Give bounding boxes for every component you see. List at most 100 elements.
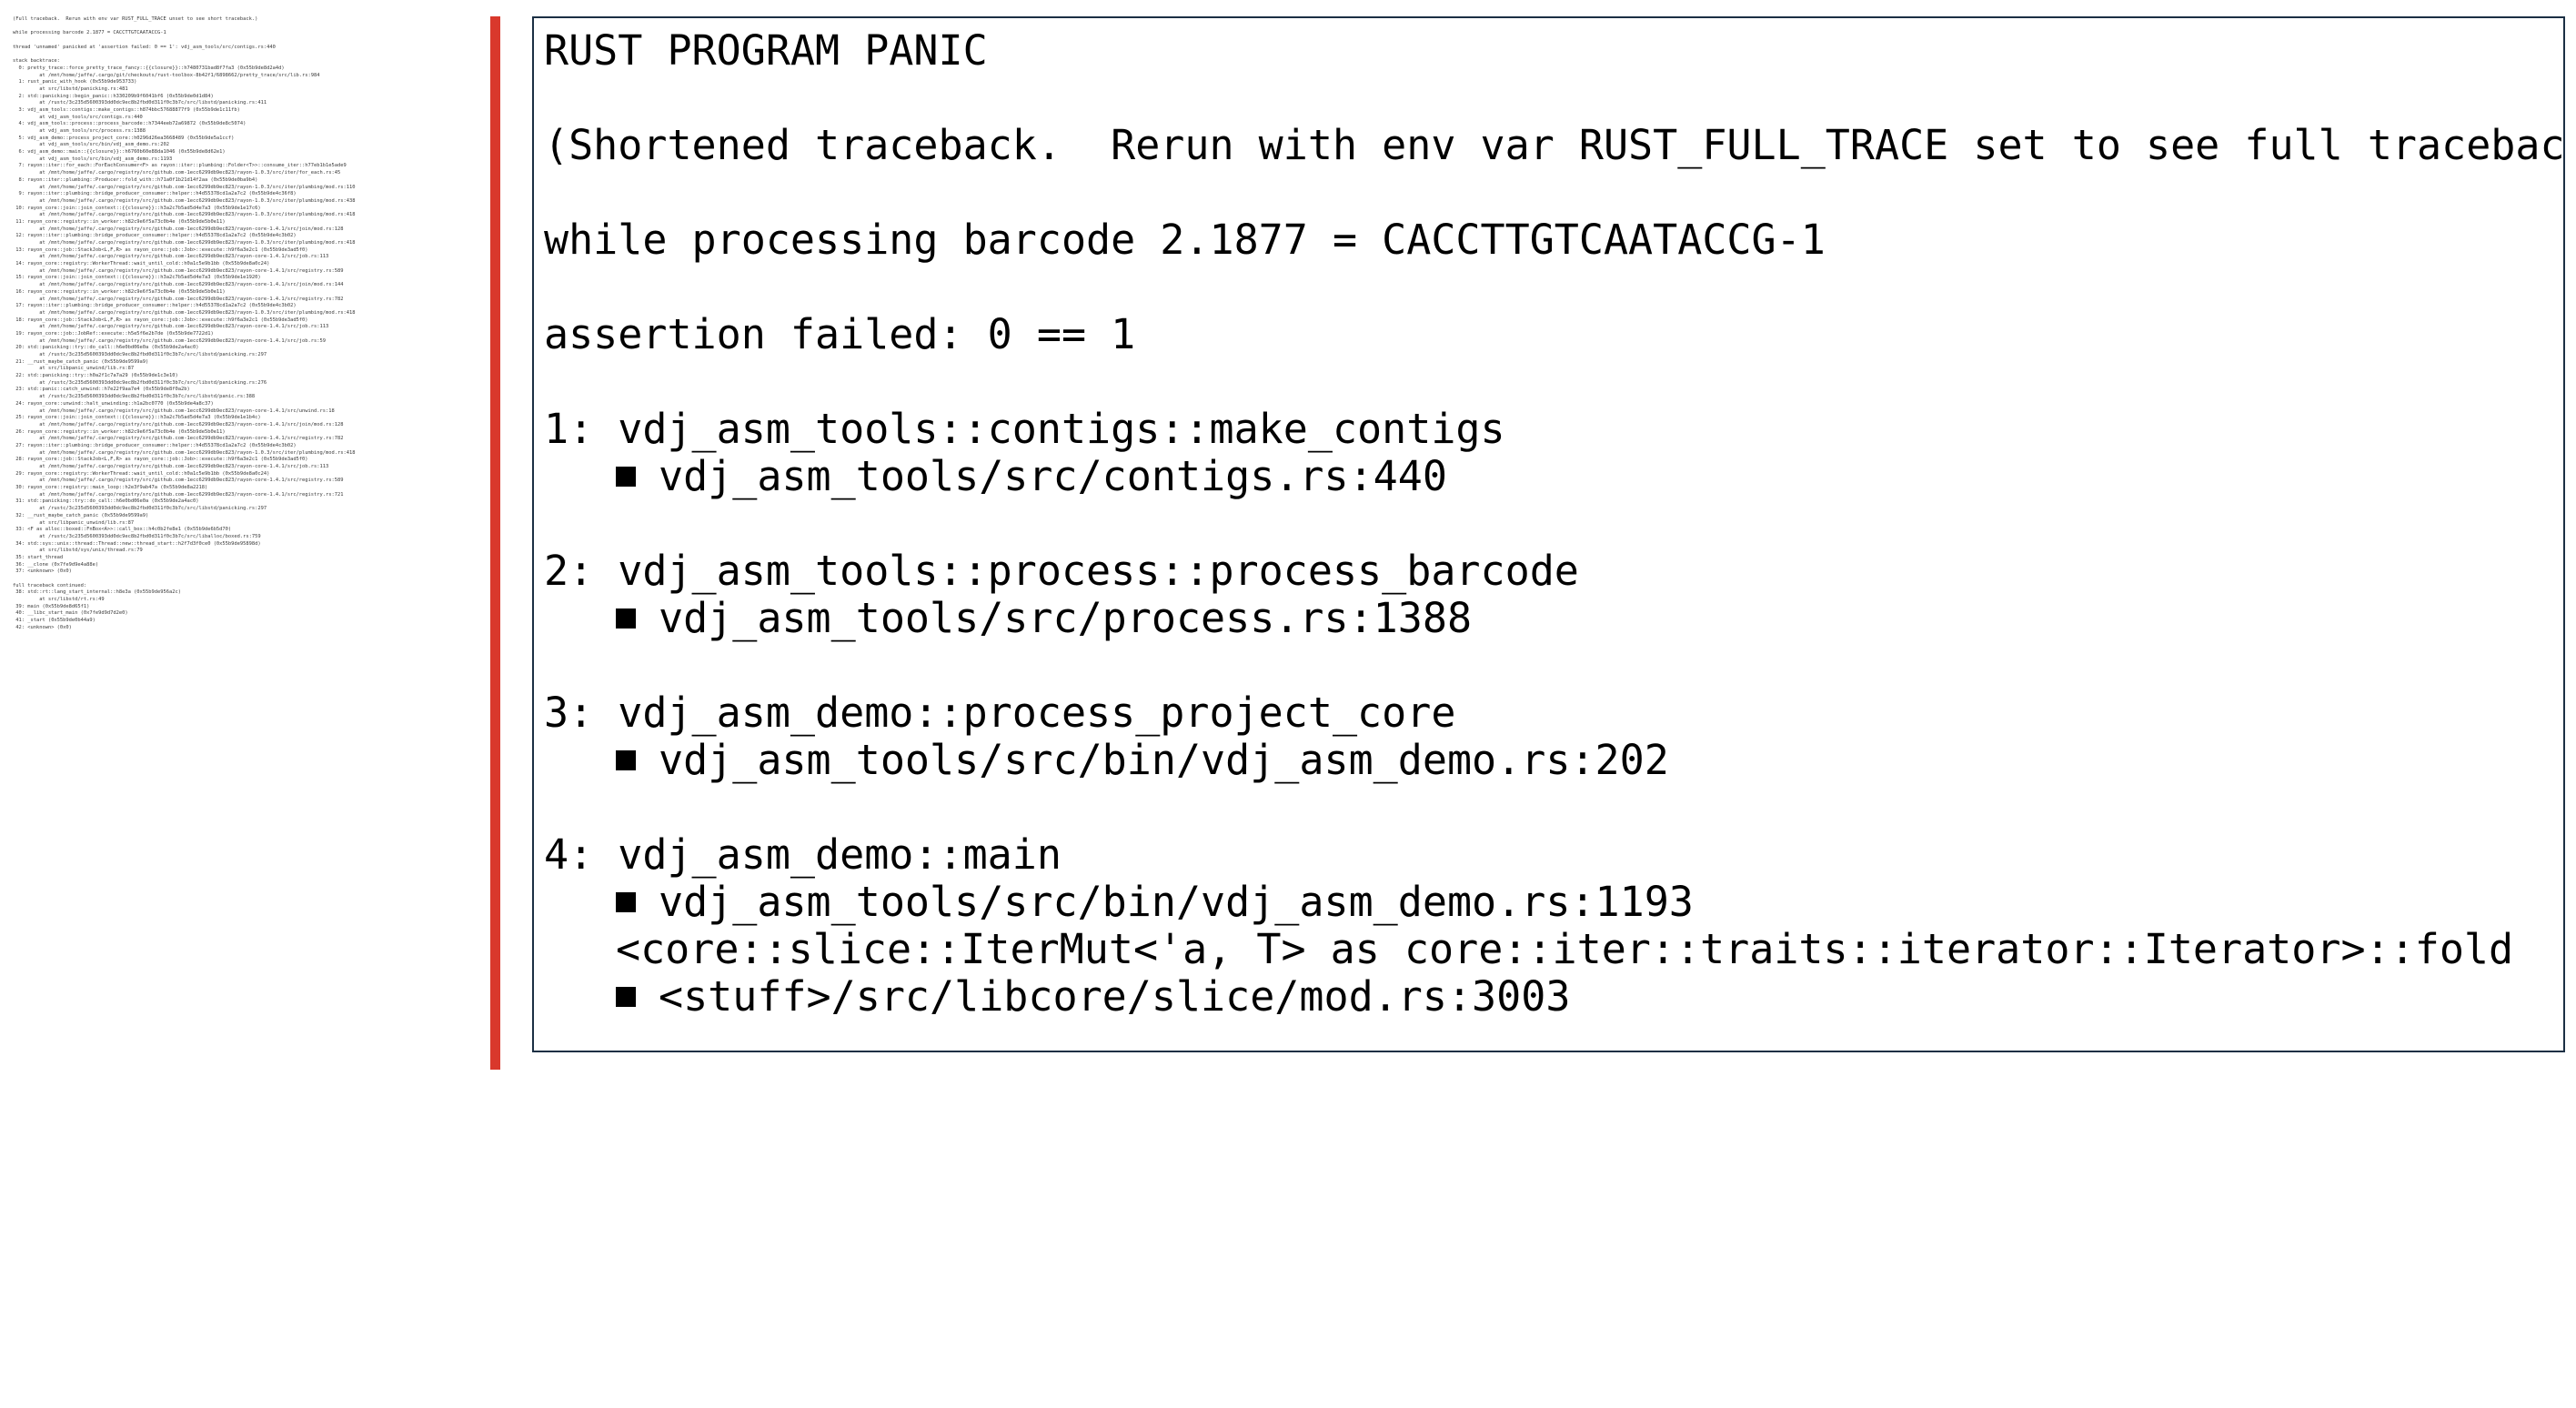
trace-line: at /mnt/home/jaffe/.cargo/registry/src/g… (13, 337, 327, 344)
assertion-line: assertion failed: 0 == 1 (544, 310, 1136, 358)
trace-line: 11: rayon_core::registry::in_worker::h82… (13, 218, 226, 225)
trace-line: 12: rayon::iter::plumbing::bridge_produc… (13, 233, 297, 239)
trace-line: at /mnt/home/jaffe/.cargo/registry/src/g… (13, 240, 356, 246)
trace-line: 15: rayon_core::join::join_context::{{cl… (13, 275, 261, 281)
trace-line: at vdj_asm_tools/src/bin/vdj_asm_demo.rs… (13, 156, 173, 162)
trace-line: 35: start_thread (13, 554, 64, 560)
trace-line: at src/libpanic_unwind/lib.rs:87 (13, 519, 135, 526)
shortened-traceback-note: (Shortened traceback. Rerun with env var… (544, 121, 2565, 169)
trace-gap (13, 24, 477, 31)
trace-line: 33: <F as alloc::boxed::FnBox<A>>::call_… (13, 527, 232, 533)
trace-line: 27: rayon::iter::plumbing::bridge_produc… (13, 442, 297, 448)
trace-line: 24: rayon_core::unwind::halt_unwinding::… (13, 400, 214, 407)
trace-line: 4: vdj_asm_tools::process::process_barco… (13, 121, 247, 127)
bullet-icon (616, 750, 636, 770)
trace-line: at src/libstd/sys/unix/thread.rs:79 (13, 548, 143, 554)
trace-line: 20: std::panicking::try::do_call::h6e0bd… (13, 345, 199, 351)
panic-summary-box: RUST PROGRAM PANIC (Shortened traceback.… (532, 16, 2565, 1052)
trace-line: at src/libstd/rt.rs:49 (13, 597, 105, 603)
trace-line: at vdj_asm_tools/src/contigs.rs:440 (13, 114, 143, 120)
trace-line: 39: main (0x55b9de8d65f1) (13, 603, 90, 609)
frame-label: 4: vdj_asm_demo::main (544, 830, 1062, 879)
trace-line: 28: rayon_core::job::StackJob<L,F,R> as … (13, 457, 308, 463)
full-traceback-panel: (Full traceback. Rerun with env var RUST… (13, 16, 477, 1394)
trace-line: 2: std::panicking::begin_panic::h330209b… (13, 93, 214, 99)
trace-line: at /mnt/home/jaffe/.cargo/registry/src/g… (13, 464, 329, 469)
trace-line: at vdj_asm_tools/src/process.rs:1388 (13, 128, 146, 134)
frame-label: 1: vdj_asm_tools::contigs::make_contigs (544, 405, 1505, 453)
trace-line: at vdj_asm_tools/src/bin/vdj_asm_demo.rs… (13, 142, 170, 148)
trace-line: at /mnt/home/jaffe/.cargo/registry/src/g… (13, 170, 341, 176)
trace-line: at src/libstd/panicking.rs:481 (13, 85, 128, 92)
trace-line: at /mnt/home/jaffe/.cargo/registry/src/g… (13, 324, 329, 330)
trace-line: 31: std::panicking::try::do_call::h6e0bd… (13, 498, 199, 505)
divider-bar (490, 16, 500, 1070)
trace-line: 14: rayon_core::registry::WorkerThread::… (13, 261, 270, 267)
trace-line: 26: rayon_core::registry::in_worker::h82… (13, 428, 226, 435)
frame-extra-location-text: <stuff>/src/libcore/slice/mod.rs:3003 (659, 972, 1571, 1021)
trace-line: at /mnt/home/jaffe/.cargo/registry/src/g… (13, 226, 344, 232)
trace-gap (13, 576, 477, 583)
frame-location: vdj_asm_tools/src/bin/vdj_asm_demo.rs:20… (544, 737, 2563, 784)
trace-line: at /mnt/home/jaffe/.cargo/registry/src/g… (13, 184, 356, 190)
trace-line: 32: __rust_maybe_catch_panic (0x55b9de95… (13, 512, 149, 518)
trace-line: at /mnt/home/jaffe/.cargo/registry/src/g… (13, 421, 344, 427)
trace-line: 30: rayon_core::registry::main_loop::h2e… (13, 485, 208, 491)
trace-line: at /rustc/3c235d5600393dd0dc9ec8b2fbd0d3… (13, 352, 267, 357)
trace-line: 42: <unknown> (0x0) (13, 624, 72, 630)
stack-frame: 4: vdj_asm_demo::main vdj_asm_tools/src/… (544, 831, 2563, 1021)
trace-line: at /mnt/home/jaffe/.cargo/git/checkouts/… (13, 72, 320, 78)
stack-frame: 2: vdj_asm_tools::process::process_barco… (544, 548, 2563, 642)
trace-line: 10: rayon_core::join::join_context::{{cl… (13, 205, 261, 211)
trace-line: 5: vdj_asm_demo::process_project_core::h… (13, 135, 235, 141)
trace-gap (13, 51, 477, 58)
frame-location: vdj_asm_tools/src/contigs.rs:440 (544, 453, 2563, 500)
trace-line: 23: std::panic::catch_unwind::h7e22f9aa7… (13, 387, 190, 393)
trace-line: at /rustc/3c235d5600393dd0dc9ec8b2fbd0d3… (13, 506, 267, 512)
trace-line: 40: __libc_start_main (0x7fe9d9d7d2e0) (13, 610, 128, 617)
trace-line: full traceback continued: (13, 582, 87, 588)
frame-extra-location: <stuff>/src/libcore/slice/mod.rs:3003 (544, 973, 2563, 1021)
frame-label: 2: vdj_asm_tools::process::process_barco… (544, 547, 1579, 595)
trace-line: at /mnt/home/jaffe/.cargo/registry/src/g… (13, 449, 356, 456)
trace-line: 1: rust_panic_with_hook (0x55b9de953733) (13, 79, 137, 85)
trace-line: at src/libpanic_unwind/lib.rs:87 (13, 366, 135, 372)
trace-line: 3: vdj_asm_tools::contigs::make_contigs:… (13, 106, 240, 113)
frame-extra-symbol: <core::slice::IterMut<'a, T> as core::it… (616, 925, 2514, 973)
trace-line: at /mnt/home/jaffe/.cargo/registry/src/g… (13, 407, 335, 414)
trace-line: 37: <unknown> (0x0) (13, 568, 72, 575)
trace-line: at /mnt/home/jaffe/.cargo/registry/src/g… (13, 212, 356, 218)
trace-line: 18: rayon_core::job::StackJob<L,F,R> as … (13, 317, 308, 323)
trace-line: 8: rayon::iter::plumbing::Producer::fold… (13, 176, 258, 183)
frame-location: vdj_asm_tools/src/bin/vdj_asm_demo.rs:11… (544, 879, 2563, 926)
barcode-line: while processing barcode 2.1877 = CACCTT… (544, 216, 1826, 264)
stack-frame: 3: vdj_asm_demo::process_project_core vd… (544, 689, 2563, 784)
trace-line: at /mnt/home/jaffe/.cargo/registry/src/g… (13, 267, 344, 274)
stack-frame: 1: vdj_asm_tools::contigs::make_contigs … (544, 406, 2563, 500)
frame-location-text: vdj_asm_tools/src/process.rs:1388 (659, 594, 1473, 642)
panic-title: RUST PROGRAM PANIC (544, 26, 988, 75)
trace-line: 7: rayon::iter::for_each::ForEachConsume… (13, 163, 347, 169)
trace-line: 0: pretty_trace::force_pretty_trace_fanc… (13, 65, 285, 71)
trace-line: at /rustc/3c235d5600393dd0dc9ec8b2fbd0d3… (13, 533, 261, 539)
trace-line: thread 'unnamed' panicked at 'assertion … (13, 44, 276, 50)
trace-line: at /mnt/home/jaffe/.cargo/registry/src/g… (13, 282, 344, 288)
trace-line: at /mnt/home/jaffe/.cargo/registry/src/g… (13, 436, 344, 442)
trace-line: 19: rayon_core::job::JobRef::execute::h5… (13, 330, 214, 337)
trace-line: 22: std::panicking::try::h0a2f1c7a7a29 (… (13, 373, 178, 379)
trace-line: at /rustc/3c235d5600393dd0dc9ec8b2fbd0d3… (13, 394, 256, 400)
frame-location: vdj_asm_tools/src/process.rs:1388 (544, 595, 2563, 642)
trace-line: at /mnt/home/jaffe/.cargo/registry/src/g… (13, 478, 344, 484)
bullet-icon (616, 608, 636, 629)
trace-line: 13: rayon_core::job::StackJob<L,F,R> as … (13, 246, 308, 253)
trace-line: at /mnt/home/jaffe/.cargo/registry/src/g… (13, 197, 356, 204)
trace-line: 21: __rust_maybe_catch_panic (0x55b9de95… (13, 358, 149, 365)
frame-location-text: vdj_asm_tools/src/contigs.rs:440 (659, 452, 1447, 500)
trace-line: at /mnt/home/jaffe/.cargo/registry/src/g… (13, 491, 344, 498)
trace-line: 36: __clone (0x7fe9d9e4a88e) (13, 561, 99, 568)
trace-line: (Full traceback. Rerun with env var RUST… (13, 16, 258, 22)
trace-line: 25: rayon_core::join::join_context::{{cl… (13, 415, 261, 421)
trace-line: 41: _start (0x55b9de0b44a9) (13, 618, 96, 624)
bullet-icon (616, 467, 636, 487)
frame-location-text: vdj_asm_tools/src/bin/vdj_asm_demo.rs:20… (659, 736, 1669, 784)
